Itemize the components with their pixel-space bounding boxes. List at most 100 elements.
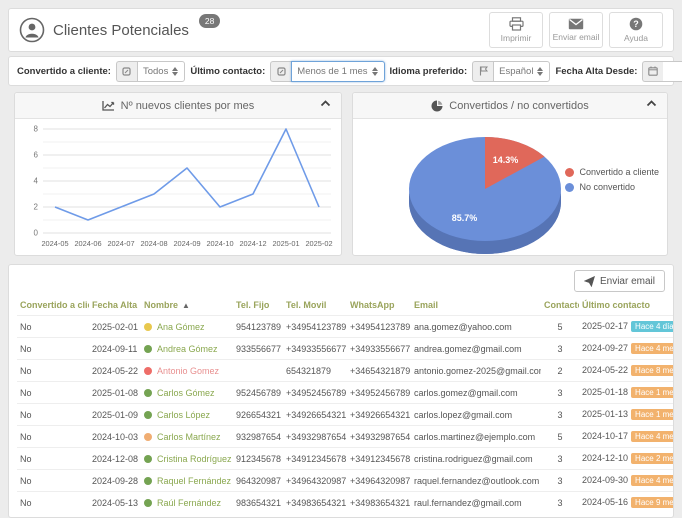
svg-text:6: 6 (34, 151, 39, 160)
cell-fecha-alta: 2024-09-11 (89, 338, 141, 360)
table-row: No2024-09-28Raquel Fernández964320987+34… (17, 470, 674, 492)
date-from-input[interactable] (663, 61, 682, 82)
cell-convertido: No (17, 404, 89, 426)
envelope-icon (568, 18, 584, 30)
table-row: No2025-02-01Ana Gómez954123789+349541237… (17, 316, 674, 338)
cell-email: cristina.rodriguez@gmail.com (411, 448, 541, 470)
last-contact-filter-label: Último contacto: (190, 66, 265, 77)
filter-bar: Convertido a cliente: Todos Último conta… (8, 56, 674, 86)
svg-text:2025-02: 2025-02 (305, 239, 332, 248)
svg-text:14.3%: 14.3% (493, 155, 519, 165)
clear-filter-icon[interactable] (116, 61, 137, 82)
svg-text:2024-10: 2024-10 (206, 239, 233, 248)
cell-fecha-alta: 2025-01-09 (89, 404, 141, 426)
pie-chart-panel: Convertidos / no convertidos 14.3%85.7% … (352, 92, 668, 256)
cell-email: carlos.gomez@gmail.com (411, 382, 541, 404)
column-header-contactos[interactable]: Contactos (541, 295, 579, 316)
language-filter-select[interactable]: Español (493, 61, 550, 82)
cell-contactos: 3 (541, 404, 579, 426)
column-header-nombre[interactable]: Nombre▲ (141, 295, 233, 316)
cell-email: ana.gomez@yahoo.com (411, 316, 541, 338)
client-name-link[interactable]: Cristina Rodríguez (157, 454, 232, 464)
line-chart-icon (102, 100, 115, 111)
cell-tel-fijo: 912345678 (233, 448, 283, 470)
status-dot-icon (144, 455, 152, 463)
client-name-link[interactable]: Andrea Gómez (157, 344, 218, 354)
column-header-email[interactable]: Email (411, 295, 541, 316)
cell-contactos: 2 (541, 360, 579, 382)
client-name-link[interactable]: Raúl Fernández (157, 498, 221, 508)
cell-whatsapp: +34912345678 (347, 448, 411, 470)
help-button[interactable]: ? Ayuda (609, 12, 663, 48)
cell-email: raul.fernandez@gmail.com (411, 492, 541, 514)
column-header-fecha-alta[interactable]: Fecha Alta (89, 295, 141, 316)
cell-contactos: 3 (541, 382, 579, 404)
svg-text:2024-08: 2024-08 (140, 239, 167, 248)
cell-tel-fijo: 954123789 (233, 316, 283, 338)
language-filter-value: Español (499, 66, 533, 77)
client-name-link[interactable]: Antonio Gomez (157, 366, 219, 376)
cell-fecha-alta: 2024-05-13 (89, 492, 141, 514)
clear-filter-icon[interactable] (270, 61, 291, 82)
column-header-tel-movil[interactable]: Tel. Movil (283, 295, 347, 316)
cell-whatsapp: +34654321879 (347, 360, 411, 382)
cell-fecha-alta: 2024-05-22 (89, 360, 141, 382)
chevron-up-icon[interactable] (646, 100, 657, 107)
last-contact-badge: Hace 4 meses (631, 343, 674, 354)
last-contact-badge: Hace 4 meses (631, 475, 674, 486)
send-email-header-button[interactable]: Enviar email (549, 12, 603, 48)
send-email-header-label: Enviar email (553, 32, 600, 42)
table-row: No2025-01-08Carlos Gómez952456789+349524… (17, 382, 674, 404)
status-dot-icon (144, 477, 152, 485)
last-contact-filter-select[interactable]: Menos de 1 mes (291, 61, 384, 82)
cell-whatsapp: +34964320987 (347, 470, 411, 492)
column-header-tel-fijo[interactable]: Tel. Fijo (233, 295, 283, 316)
column-header--ltimo-contacto[interactable]: Último contacto (579, 295, 674, 316)
count-badge: 28 (199, 14, 220, 28)
cell-tel-fijo (233, 360, 283, 382)
converted-filter-value: Todos (143, 66, 168, 77)
flag-icon[interactable] (472, 61, 493, 82)
print-button[interactable]: Imprimir (489, 12, 543, 48)
chevron-up-icon[interactable] (320, 100, 331, 107)
pie-chart-panel-header[interactable]: Convertidos / no convertidos (353, 93, 667, 119)
cell-tel-fijo: 983654321 (233, 492, 283, 514)
cell-whatsapp: +34933556677 (347, 338, 411, 360)
cell-ultimo-contacto: 2024-09-30Hace 4 meses (579, 470, 674, 492)
cell-contactos: 5 (541, 426, 579, 448)
column-header-whatsapp[interactable]: WhatsApp (347, 295, 411, 316)
svg-text:2024-06: 2024-06 (74, 239, 101, 248)
client-name-link[interactable]: Ana Gómez (157, 322, 205, 332)
svg-text:2025-01: 2025-01 (272, 239, 299, 248)
cell-tel-fijo: 932987654 (233, 426, 283, 448)
table-row: No2024-05-22Antonio Gomez654321879+34654… (17, 360, 674, 382)
cell-tel-movil: +34932987654 (283, 426, 347, 448)
converted-filter-label: Convertido a cliente: (17, 66, 111, 77)
cell-nombre: Cristina Rodríguez (141, 448, 233, 470)
cell-fecha-alta: 2024-10-03 (89, 426, 141, 448)
cell-ultimo-contacto: 2025-01-18Hace 1 mes (579, 382, 674, 404)
date-from-label: Fecha Alta Desde: (555, 66, 637, 77)
clients-icon (19, 17, 45, 43)
client-name-link[interactable]: Carlos López (157, 410, 210, 420)
table-row: No2024-10-03Carlos Martínez932987654+349… (17, 426, 674, 448)
cell-nombre: Carlos Martínez (141, 426, 233, 448)
send-email-table-button[interactable]: Enviar email (574, 270, 665, 292)
converted-filter-select[interactable]: Todos (137, 61, 185, 82)
status-dot-icon (144, 367, 152, 375)
cell-ultimo-contacto: 2025-02-17Hace 4 días (579, 316, 674, 338)
client-name-link[interactable]: Carlos Gómez (157, 388, 215, 398)
legend-label-converted: Convertido a cliente (579, 167, 659, 177)
pie-legend: Convertido a cliente No convertido (565, 167, 659, 192)
cell-whatsapp: +34932987654 (347, 426, 411, 448)
pie-chart: 14.3%85.7% (385, 119, 595, 255)
last-contact-badge: Hace 2 meses (631, 453, 674, 464)
column-header-convertido-a-cliente[interactable]: Convertido a cliente (17, 295, 89, 316)
client-name-link[interactable]: Carlos Martínez (157, 432, 221, 442)
cell-fecha-alta: 2025-01-08 (89, 382, 141, 404)
cell-email: carlos.martinez@ejemplo.com (411, 426, 541, 448)
cell-ultimo-contacto: 2024-09-27Hace 4 meses (579, 338, 674, 360)
client-name-link[interactable]: Raquel Fernández (157, 476, 231, 486)
line-chart-panel-header[interactable]: Nº nuevos clientes por mes (15, 93, 341, 119)
cell-ultimo-contacto: 2025-01-13Hace 1 mes (579, 404, 674, 426)
